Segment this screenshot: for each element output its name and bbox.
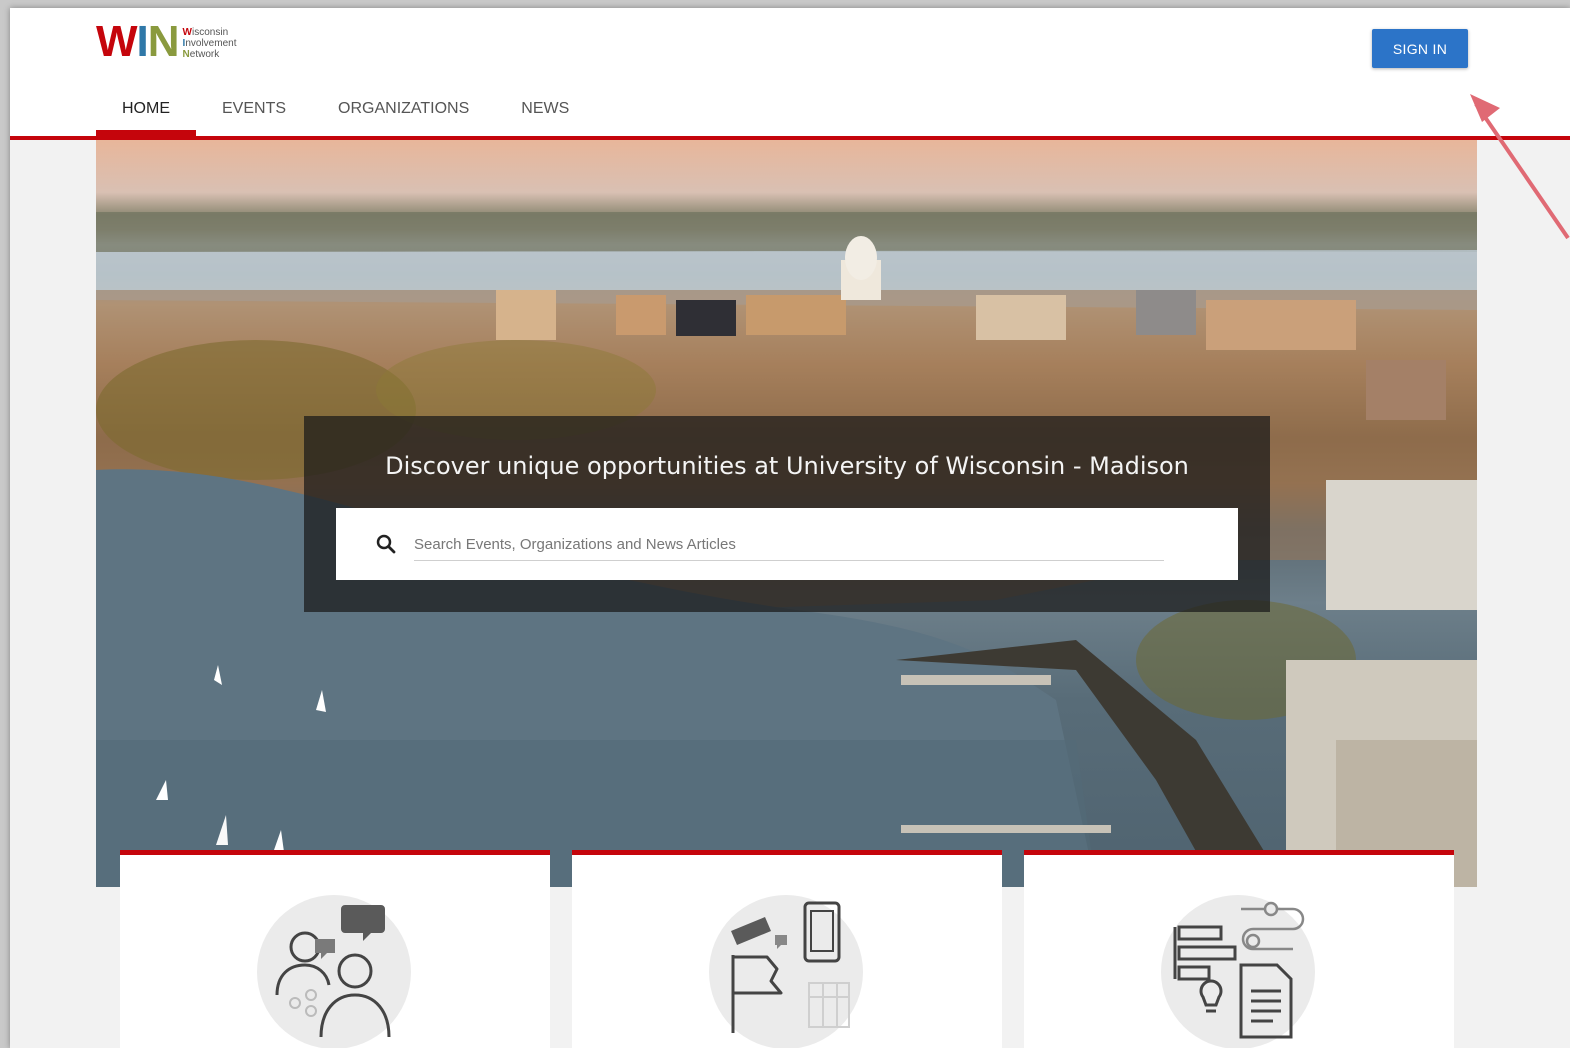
browser-page: WIN Wisconsin Involvement Network SIGN I… <box>10 8 1570 1048</box>
search-box <box>336 508 1238 580</box>
nav-organizations[interactable]: ORGANIZATIONS <box>312 92 495 132</box>
logo-subtitle: Wisconsin Involvement Network <box>182 27 237 60</box>
main-nav: HOME EVENTS ORGANIZATIONS NEWS <box>96 92 595 136</box>
site-header: WIN Wisconsin Involvement Network SIGN I… <box>10 8 1570 140</box>
hero-banner: Discover unique opportunities at Univers… <box>96 140 1477 887</box>
nav-events[interactable]: EVENTS <box>196 92 312 132</box>
people-chat-icon <box>275 905 391 1038</box>
search-icon[interactable] <box>374 532 398 556</box>
search-panel: Discover unique opportunities at Univers… <box>304 416 1270 612</box>
annotation-arrow-icon <box>1470 94 1570 240</box>
win-logo[interactable]: WIN Wisconsin Involvement Network <box>96 17 237 66</box>
news-document-icon <box>1173 901 1305 1039</box>
sign-in-button[interactable]: SIGN IN <box>1372 29 1468 68</box>
logo-wordmark: WIN <box>96 17 180 66</box>
search-input[interactable] <box>414 528 1164 561</box>
feature-card-organizations[interactable] <box>120 850 550 1048</box>
nav-news[interactable]: NEWS <box>495 92 595 132</box>
nav-home[interactable]: HOME <box>96 92 196 136</box>
feature-card-events[interactable] <box>572 850 1002 1048</box>
event-ticket-icon <box>731 901 850 1033</box>
feature-card-news[interactable] <box>1024 850 1454 1048</box>
hero-tagline: Discover unique opportunities at Univers… <box>385 452 1189 480</box>
